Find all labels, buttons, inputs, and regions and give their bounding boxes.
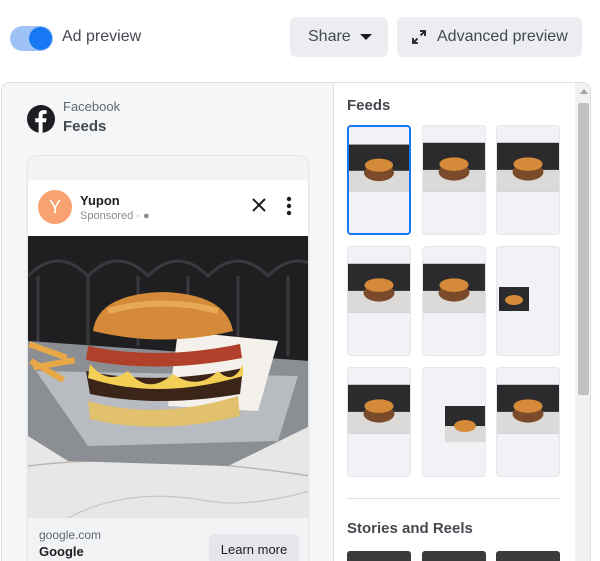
thumb-image <box>499 287 529 311</box>
placement-thumb-story-3[interactable] <box>496 551 560 561</box>
placement-thumb-feed-6[interactable] <box>496 246 560 356</box>
placement-thumb-feed-9[interactable] <box>496 367 560 477</box>
advanced-preview-button[interactable]: Advanced preview <box>397 17 582 57</box>
placement-thumb-feed-5[interactable] <box>422 246 486 356</box>
scrollbar[interactable] <box>575 83 590 561</box>
thumb-image <box>423 142 485 192</box>
phone-status-bar <box>28 156 308 180</box>
placement-thumb-feed-4[interactable] <box>347 246 411 356</box>
close-icon[interactable] <box>250 196 268 214</box>
share-label: Share <box>308 28 351 45</box>
feeds-section-title: Feeds <box>347 97 391 114</box>
preview-panel: Facebook Feeds Y Yupon Sponsored · ● goo… <box>1 82 591 561</box>
ad-preview-toggle[interactable] <box>10 26 53 51</box>
thumb-image <box>348 263 410 313</box>
stories-reels-section-title: Stories and Reels <box>347 520 473 537</box>
learn-more-button[interactable]: Learn more <box>209 534 299 561</box>
placement-thumb-story-1[interactable] <box>347 551 411 561</box>
section-divider <box>347 498 560 499</box>
globe-icon: ● <box>143 210 150 222</box>
advanced-preview-label: Advanced preview <box>437 28 568 45</box>
placement-thumb-feed-3[interactable] <box>496 125 560 235</box>
placement-thumb-feed-8[interactable] <box>422 367 486 477</box>
thumb-image <box>348 384 410 434</box>
caret-down-icon <box>360 34 372 40</box>
thumb-image <box>497 142 559 192</box>
scrollbar-thumb[interactable] <box>578 103 589 395</box>
placement-thumb-facebook-feed[interactable] <box>347 125 411 235</box>
sponsored-label: Sponsored · ● <box>80 210 150 222</box>
ad-preview-label: Ad preview <box>62 28 142 45</box>
expand-icon <box>412 30 426 44</box>
feed-post-preview: Y Yupon Sponsored · ● google.com Google … <box>27 155 309 561</box>
burger-ad-image <box>28 236 308 518</box>
placement-thumb-feed-2[interactable] <box>422 125 486 235</box>
link-bar[interactable]: google.com Google Learn more <box>28 518 308 561</box>
thumb-image <box>497 384 559 434</box>
avatar: Y <box>38 190 72 224</box>
top-bar: Ad preview Share Advanced preview <box>0 0 600 80</box>
thumb-image <box>349 144 409 192</box>
placement-thumb-story-2[interactable] <box>422 551 486 561</box>
link-domain: google.com <box>39 528 102 542</box>
ad-preview-area: Facebook Feeds Y Yupon Sponsored · ● goo… <box>2 83 333 561</box>
more-options-icon[interactable] <box>286 196 292 216</box>
thumb-image <box>445 406 485 442</box>
toggle-knob <box>29 27 52 50</box>
placements-list: Feeds Stories and Reels <box>333 83 575 561</box>
facebook-logo-icon <box>27 105 55 133</box>
thumb-image <box>423 263 485 313</box>
placement-thumb-feed-7[interactable] <box>347 367 411 477</box>
sponsored-text: Sponsored · <box>80 210 140 222</box>
scroll-up-arrow-icon[interactable] <box>580 89 588 94</box>
page-name: Yupon <box>80 193 120 208</box>
link-headline: Google <box>39 544 84 559</box>
share-button[interactable]: Share <box>290 17 388 57</box>
placement-name: Feeds <box>63 118 107 135</box>
placement-app: Facebook <box>63 99 121 114</box>
